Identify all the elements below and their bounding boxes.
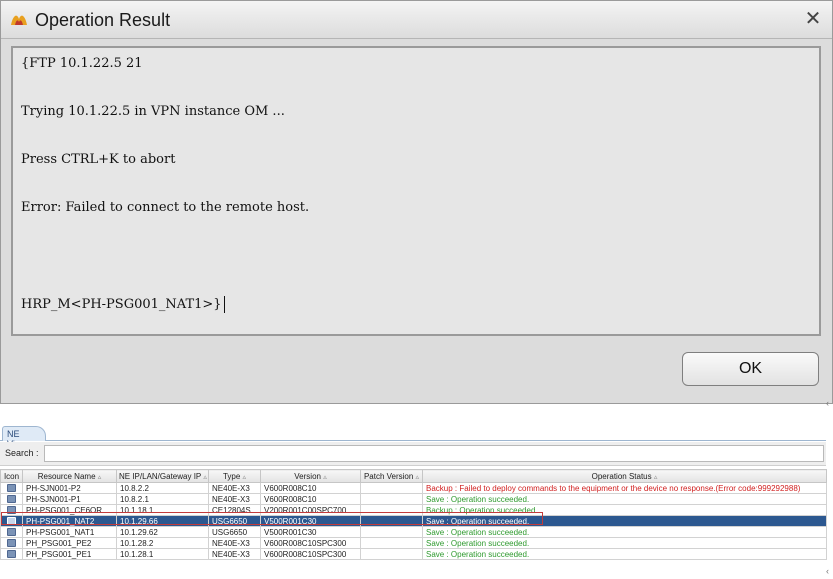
search-label: Search : xyxy=(5,448,39,458)
version-cell: V600R008C10SPC300 xyxy=(260,537,361,549)
resource-name-cell: PH-SJN001-P2 xyxy=(22,482,117,494)
version-cell: V600R008C10 xyxy=(260,493,361,505)
console-line: Press CTRL+K to abort xyxy=(21,152,176,167)
text-cursor xyxy=(223,296,225,313)
search-bar: Search : xyxy=(0,442,826,466)
ip-cell: 10.1.28.1 xyxy=(116,548,209,560)
ip-cell: 10.8.2.2 xyxy=(116,482,209,494)
version-cell: V600R008C10SPC300 xyxy=(260,548,361,560)
type-cell: CE12804S xyxy=(208,504,261,516)
table-row[interactable]: PH-PSG001_NAT1 10.1.29.62 USG6650 V500R0… xyxy=(0,526,827,538)
ip-cell: 10.1.18.1 xyxy=(116,504,209,516)
ok-button[interactable]: OK xyxy=(682,352,819,386)
version-cell: V600R008C10 xyxy=(260,482,361,494)
patch-version-cell xyxy=(360,493,423,505)
table-row[interactable]: PH-SJN001-P1 10.8.2.1 NE40E-X3 V600R008C… xyxy=(0,493,827,505)
operation-status-cell: Save : Operation succeeded. xyxy=(422,548,827,560)
resize-handle-icon: ‹ xyxy=(826,566,829,576)
operation-status-cell: Save : Operation succeeded. xyxy=(422,526,827,538)
table-row[interactable]: PH-PSG001_CE6OR 10.1.18.1 CE12804S V200R… xyxy=(0,504,827,516)
tab-strip: NE View xyxy=(0,424,826,449)
table-header-row: Icon Resource Name ▵ NE IP/LAN/Gateway I… xyxy=(0,469,827,483)
patch-version-cell xyxy=(360,504,423,516)
table-row[interactable]: PH_PSG001_PE1 10.1.28.1 NE40E-X3 V600R00… xyxy=(0,548,827,560)
version-cell: V500R001C30 xyxy=(260,526,361,538)
patch-version-cell xyxy=(360,482,423,494)
operation-status-cell: Save : Operation succeeded. xyxy=(422,515,827,527)
firewall-icon xyxy=(7,517,16,526)
console-prompt: HRP_M<PH-PSG001_NAT1>} xyxy=(21,297,222,312)
console-line: {FTP 10.1.22.5 21 xyxy=(21,56,143,71)
column-header-patch-version[interactable]: Patch Version ▵ xyxy=(360,469,423,483)
type-cell: NE40E-X3 xyxy=(208,482,261,494)
dialog-title-bar[interactable]: Operation Result ✕ xyxy=(1,1,832,39)
operation-status-cell: Save : Operation succeeded. xyxy=(422,537,827,549)
patch-version-cell xyxy=(360,526,423,538)
type-cell: USG6650 xyxy=(208,526,261,538)
table-row[interactable]: PH-SJN001-P2 10.8.2.2 NE40E-X3 V600R008C… xyxy=(0,482,827,494)
resize-handle-icon: ‹ xyxy=(826,398,829,408)
router-icon xyxy=(7,495,16,504)
operation-status-cell: Backup : Operation succeeded. xyxy=(422,504,827,516)
ne-device-icon-cell xyxy=(0,482,23,494)
column-header-ip[interactable]: NE IP/LAN/Gateway IP ▵ xyxy=(116,469,209,483)
console-line: Error: Failed to connect to the remote h… xyxy=(21,200,310,215)
operation-status-cell: Backup : Failed to deploy commands to th… xyxy=(422,482,827,494)
column-header-type[interactable]: Type ▵ xyxy=(208,469,261,483)
ne-device-icon-cell xyxy=(0,548,23,560)
close-icon[interactable]: ✕ xyxy=(802,7,824,31)
column-header-icon[interactable]: Icon xyxy=(0,469,23,483)
ip-cell: 10.1.29.62 xyxy=(116,526,209,538)
switch-icon xyxy=(7,506,16,515)
table-row-selected[interactable]: PH-PSG001_NAT2 10.1.29.66 USG6650 V500R0… xyxy=(0,515,827,527)
search-input[interactable] xyxy=(44,445,824,462)
type-cell: USG6650 xyxy=(208,515,261,527)
patch-version-cell xyxy=(360,515,423,527)
patch-version-cell xyxy=(360,548,423,560)
router-icon xyxy=(7,550,16,559)
resource-name-cell: PH-SJN001-P1 xyxy=(22,493,117,505)
app-logo-icon xyxy=(11,15,27,25)
resource-name-cell: PH-PSG001_CE6OR xyxy=(22,504,117,516)
column-header-operation-status[interactable]: Operation Status ▵ xyxy=(422,469,827,483)
resource-name-cell: PH_PSG001_PE2 xyxy=(22,537,117,549)
version-cell: V500R001C30 xyxy=(260,515,361,527)
ip-cell: 10.8.2.1 xyxy=(116,493,209,505)
version-cell: V200R001C00SPC700 xyxy=(260,504,361,516)
patch-version-cell xyxy=(360,537,423,549)
operation-status-cell: Save : Operation succeeded. xyxy=(422,493,827,505)
type-cell: NE40E-X3 xyxy=(208,548,261,560)
resource-name-cell: PH_PSG001_PE1 xyxy=(22,548,117,560)
tab-ne-view[interactable]: NE View xyxy=(2,426,46,449)
resource-name-cell: PH-PSG001_NAT2 xyxy=(22,515,117,527)
type-cell: NE40E-X3 xyxy=(208,537,261,549)
console-line: Trying 10.1.22.5 in VPN instance OM ... xyxy=(21,104,285,119)
router-icon xyxy=(7,484,16,493)
resource-name-cell: PH-PSG001_NAT1 xyxy=(22,526,117,538)
ne-device-icon-cell xyxy=(0,515,23,527)
ne-device-icon-cell xyxy=(0,493,23,505)
table-row[interactable]: PH_PSG001_PE2 10.1.28.2 NE40E-X3 V600R00… xyxy=(0,537,827,549)
ip-cell: 10.1.28.2 xyxy=(116,537,209,549)
console-prompt-line: HRP_M<PH-PSG001_NAT1>} xyxy=(21,296,225,313)
ne-device-icon-cell xyxy=(0,504,23,516)
ip-cell: 10.1.29.66 xyxy=(116,515,209,527)
firewall-icon xyxy=(7,528,16,537)
column-header-resource-name[interactable]: Resource Name ▵ xyxy=(22,469,117,483)
ne-device-icon-cell xyxy=(0,537,23,549)
type-cell: NE40E-X3 xyxy=(208,493,261,505)
ne-table: Icon Resource Name ▵ NE IP/LAN/Gateway I… xyxy=(0,469,827,560)
operation-result-dialog: Operation Result ✕ {FTP 10.1.22.5 21 Try… xyxy=(0,0,833,404)
ne-view-panel: NE View Search : Icon Resource Name ▵ NE… xyxy=(0,424,827,579)
ne-device-icon-cell xyxy=(0,526,23,538)
dialog-title: Operation Result xyxy=(35,10,171,30)
column-header-version[interactable]: Version ▵ xyxy=(260,469,361,483)
router-icon xyxy=(7,539,16,548)
console-output[interactable]: {FTP 10.1.22.5 21 Trying 10.1.22.5 in VP… xyxy=(11,46,821,336)
